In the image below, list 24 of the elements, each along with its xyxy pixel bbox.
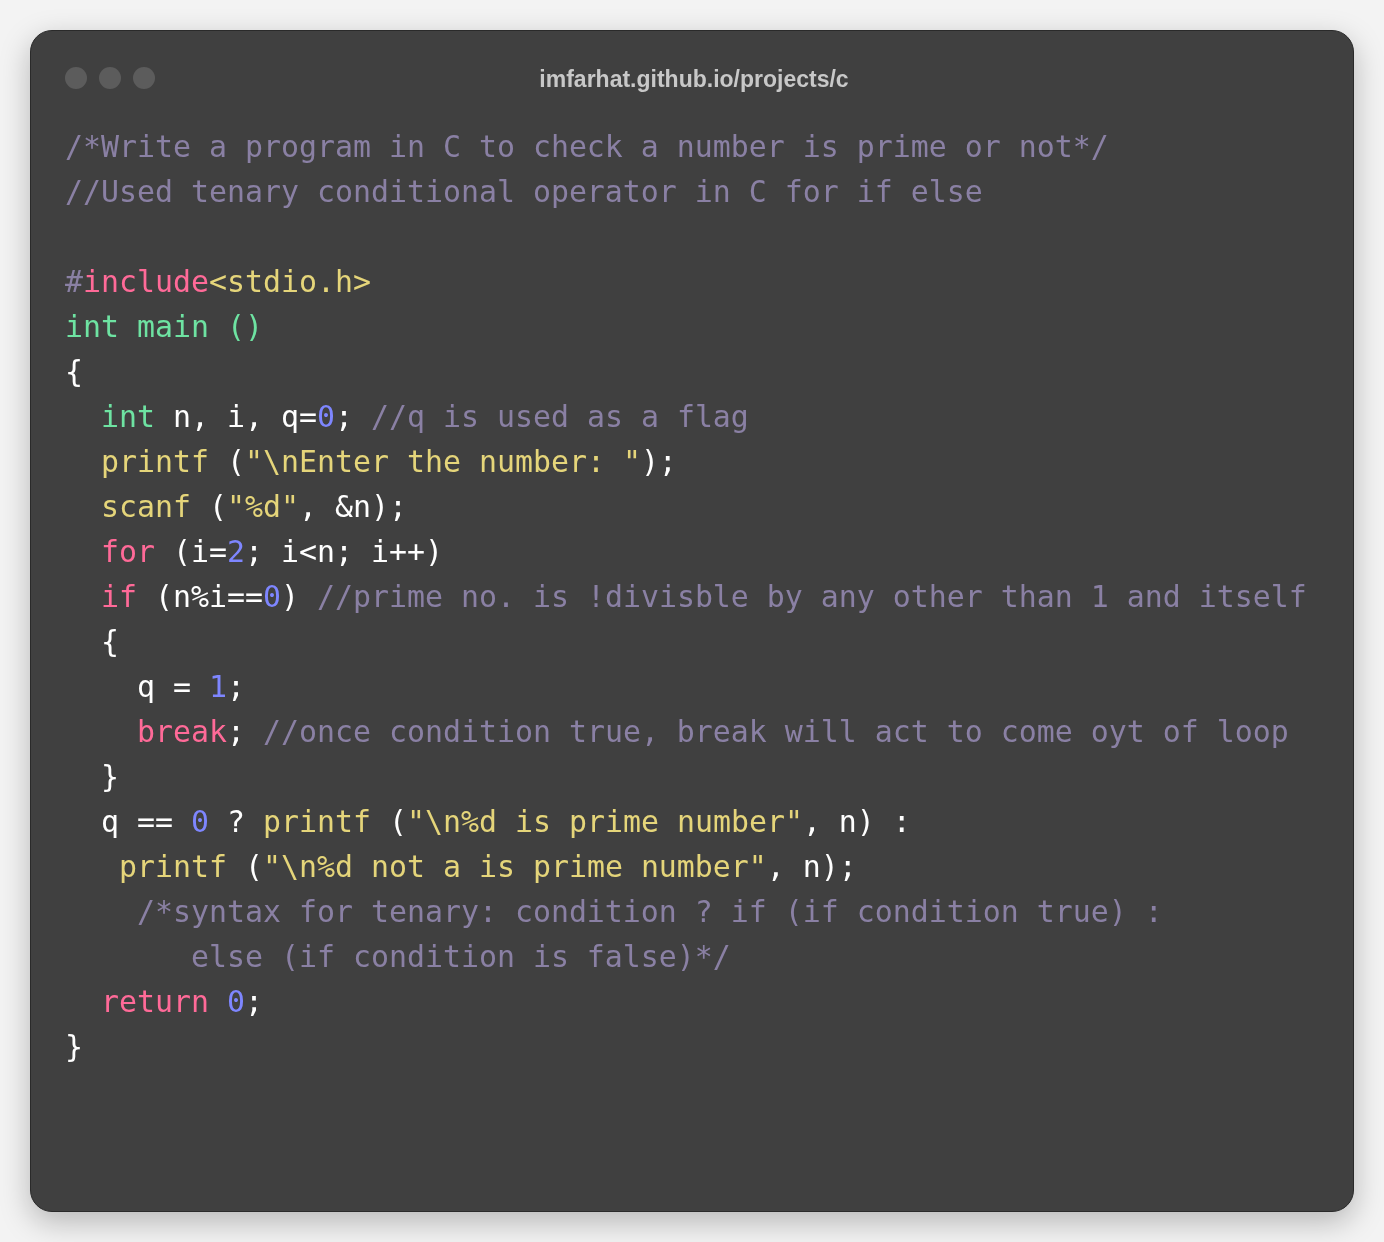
window-dot-icon — [65, 67, 87, 89]
code-line: } — [65, 1028, 83, 1066]
window-dot-icon — [133, 67, 155, 89]
code-line: //Used tenary conditional operator in C for if else — [65, 173, 983, 211]
code-line: q = 1; — [135, 668, 245, 706]
code-line: if (n%i==0) //prime no. is !divisble by any other than 1 and itself — [100, 578, 1307, 616]
code-line: break; //once condition true, break will act to come oyt of loop — [135, 713, 1289, 751]
code-line: printf ("\nEnter the number: "); — [100, 443, 677, 481]
code-line: #include<stdio.h> — [65, 263, 371, 301]
code-line: { — [100, 623, 119, 661]
code-line: scanf ("%d", &n); — [100, 488, 407, 526]
code-line: else (if condition is false)*/ — [189, 938, 731, 976]
code-line: int n, i, q=0; //q is used as a flag — [100, 398, 749, 436]
code-line: } — [100, 758, 119, 796]
code-line: /*Write a program in C to check a number is prime or not*/ — [65, 128, 1109, 166]
window-dot-icon — [99, 67, 121, 89]
code-line: q == 0 ? printf ("\n%d is prime number", n) : — [100, 803, 911, 841]
code-line: for (i=2; i<n; i++) — [100, 533, 443, 571]
code-line: /*syntax for tenary: condition ? if (if condition true) : — [135, 893, 1163, 931]
code-line: { — [65, 353, 83, 391]
code-line: int main () — [65, 308, 263, 346]
code-line: printf ("\n%d not a is prime number", n); — [118, 848, 857, 886]
code-line: return 0; — [100, 983, 263, 1021]
window-title: imfarhat.github.io/projects/c — [539, 65, 849, 93]
